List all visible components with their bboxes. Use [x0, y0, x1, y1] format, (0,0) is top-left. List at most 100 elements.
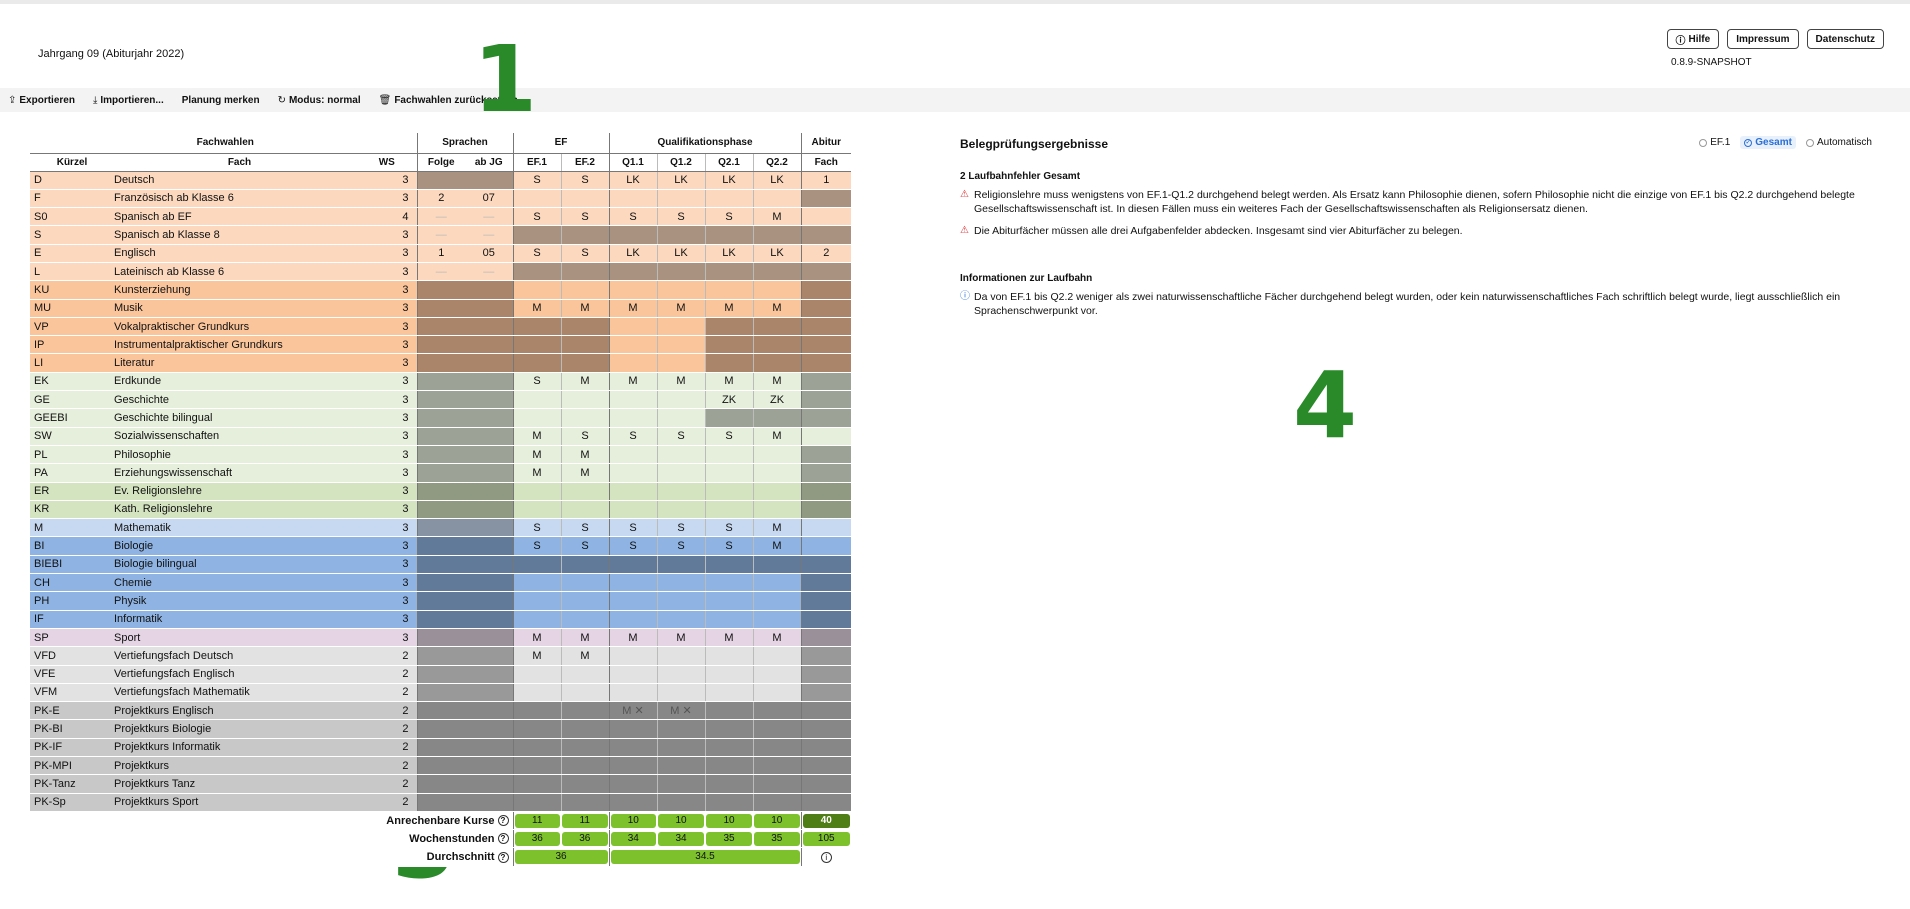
abjg-cell[interactable]: [465, 390, 513, 410]
radio-automatisch[interactable]: Automatisch: [1805, 136, 1872, 149]
semester-cell[interactable]: [656, 500, 705, 520]
semester-cell[interactable]: LK: [752, 244, 801, 263]
semester-cell[interactable]: M: [560, 646, 609, 666]
abitur-cell[interactable]: 1: [800, 171, 851, 190]
semester-cell[interactable]: [608, 573, 657, 593]
abjg-cell[interactable]: [465, 756, 513, 776]
semester-cell[interactable]: [656, 793, 705, 812]
semester-cell[interactable]: [752, 482, 801, 501]
abjg-cell[interactable]: [465, 372, 513, 392]
abjg-cell[interactable]: [465, 610, 513, 629]
semester-cell[interactable]: [560, 280, 609, 300]
datenschutz-button[interactable]: Datenschutz: [1806, 29, 1884, 49]
folge-cell[interactable]: [417, 427, 465, 446]
semester-cell[interactable]: [704, 610, 753, 629]
semester-cell[interactable]: [656, 225, 705, 245]
semester-cell[interactable]: [656, 189, 705, 209]
abjg-cell[interactable]: [465, 353, 513, 373]
semester-cell[interactable]: [512, 225, 561, 245]
semester-cell[interactable]: M: [608, 299, 657, 318]
abitur-cell[interactable]: [800, 482, 851, 501]
semester-cell[interactable]: [704, 591, 753, 611]
semester-cell[interactable]: [656, 573, 705, 593]
semester-cell[interactable]: [752, 573, 801, 593]
abitur-cell[interactable]: [800, 591, 851, 611]
semester-cell[interactable]: [704, 353, 753, 373]
abjg-cell[interactable]: [465, 500, 513, 520]
semester-cell[interactable]: [656, 610, 705, 629]
semester-cell[interactable]: M: [560, 463, 609, 483]
folge-cell[interactable]: [417, 518, 465, 538]
semester-cell[interactable]: [656, 317, 705, 337]
semester-cell[interactable]: [752, 225, 801, 245]
semester-cell[interactable]: S: [656, 536, 705, 556]
semester-cell[interactable]: [656, 262, 705, 282]
abitur-cell[interactable]: [800, 701, 851, 721]
semester-cell[interactable]: [656, 591, 705, 611]
semester-cell[interactable]: [608, 463, 657, 483]
abitur-cell[interactable]: [800, 189, 851, 209]
semester-cell[interactable]: [560, 408, 609, 428]
semester-cell[interactable]: ZK: [704, 390, 753, 410]
semester-cell[interactable]: [512, 189, 561, 209]
semester-cell[interactable]: [656, 390, 705, 410]
abjg-cell[interactable]: —: [465, 207, 513, 227]
semester-cell[interactable]: [512, 353, 561, 373]
abjg-cell[interactable]: [465, 280, 513, 300]
semester-cell[interactable]: [704, 701, 753, 721]
semester-cell[interactable]: [704, 793, 753, 812]
semester-cell[interactable]: [512, 610, 561, 629]
folge-cell[interactable]: [417, 536, 465, 556]
semester-cell[interactable]: [608, 738, 657, 758]
abitur-cell[interactable]: [800, 555, 851, 575]
export-button[interactable]: ⇪ Exportieren: [8, 95, 75, 106]
semester-cell[interactable]: S: [560, 171, 609, 190]
abjg-cell[interactable]: [465, 408, 513, 428]
semester-cell[interactable]: [560, 701, 609, 721]
folge-cell[interactable]: —: [417, 262, 465, 282]
semester-cell[interactable]: [608, 189, 657, 209]
semester-cell[interactable]: [608, 482, 657, 501]
semester-cell[interactable]: [560, 262, 609, 282]
semester-cell[interactable]: [656, 445, 705, 465]
semester-cell[interactable]: [752, 701, 801, 721]
semester-cell[interactable]: [704, 683, 753, 703]
semester-cell[interactable]: M: [752, 427, 801, 446]
semester-cell[interactable]: [560, 390, 609, 410]
semester-cell[interactable]: [704, 335, 753, 355]
semester-cell[interactable]: S: [704, 536, 753, 556]
semester-cell[interactable]: LK: [752, 171, 801, 190]
semester-cell[interactable]: S: [608, 536, 657, 556]
semester-cell[interactable]: [512, 317, 561, 337]
help-icon[interactable]: ?: [497, 833, 509, 845]
radio-gesamt[interactable]: ✓ Gesamt: [1740, 136, 1796, 149]
semester-cell[interactable]: [656, 683, 705, 703]
abjg-cell[interactable]: [465, 701, 513, 721]
semester-cell[interactable]: S: [560, 207, 609, 227]
abitur-cell[interactable]: [800, 774, 851, 794]
impressum-button[interactable]: Impressum: [1727, 29, 1799, 49]
semester-cell[interactable]: [512, 390, 561, 410]
semester-cell[interactable]: [512, 408, 561, 428]
semester-cell[interactable]: [752, 683, 801, 703]
semester-cell[interactable]: [512, 335, 561, 355]
semester-cell[interactable]: [752, 317, 801, 337]
semester-cell[interactable]: [752, 774, 801, 794]
abitur-cell[interactable]: [800, 408, 851, 428]
semester-cell[interactable]: [512, 774, 561, 794]
semester-cell[interactable]: [656, 774, 705, 794]
folge-cell[interactable]: [417, 683, 465, 703]
semester-cell[interactable]: [512, 719, 561, 739]
semester-cell[interactable]: [656, 280, 705, 300]
semester-cell[interactable]: [560, 774, 609, 794]
semester-cell[interactable]: M ✕: [608, 701, 657, 721]
semester-cell[interactable]: [704, 738, 753, 758]
abitur-cell[interactable]: [800, 793, 851, 812]
semester-cell[interactable]: [560, 793, 609, 812]
abitur-cell[interactable]: [800, 665, 851, 684]
semester-cell[interactable]: [752, 280, 801, 300]
semester-cell[interactable]: [608, 665, 657, 684]
semester-cell[interactable]: [512, 262, 561, 282]
folge-cell[interactable]: [417, 719, 465, 739]
semester-cell[interactable]: [608, 225, 657, 245]
